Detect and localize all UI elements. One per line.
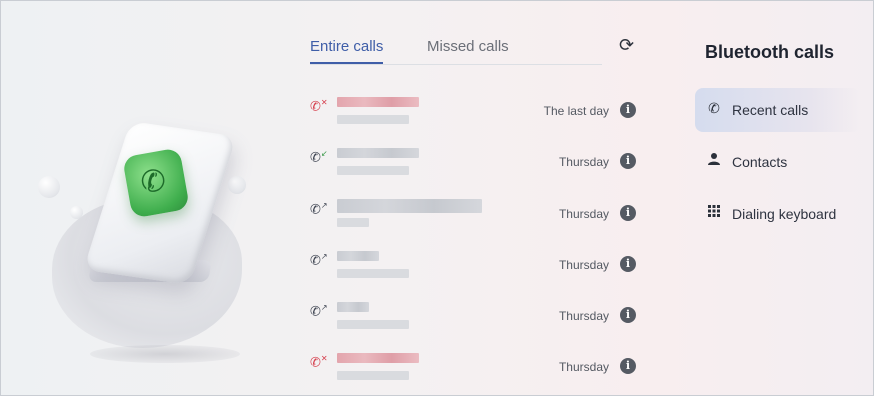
redacted-contact-name: [337, 251, 379, 261]
info-icon[interactable]: i: [620, 153, 636, 169]
redacted-contact-number: [337, 269, 409, 278]
incoming-call-icon: ✆↗: [310, 303, 328, 319]
call-time: Thursday: [558, 360, 609, 374]
incoming-call-icon: ✆↗: [310, 201, 328, 217]
refresh-icon[interactable]: ⟳: [619, 35, 634, 56]
call-filter-tabs: Entire calls Missed calls: [310, 36, 602, 65]
decor-bubble: [228, 176, 246, 194]
call-row[interactable]: ✆↙ Thursday i: [310, 141, 640, 185]
call-time: Thursday: [558, 155, 609, 169]
info-icon[interactable]: i: [620, 102, 636, 118]
phone-illustration: ✆: [30, 100, 270, 380]
panel-title: Bluetooth calls: [705, 42, 835, 62]
info-icon[interactable]: i: [620, 358, 636, 374]
nav-contacts[interactable]: Contacts: [695, 140, 860, 184]
redacted-contact-name: [337, 353, 419, 363]
illustration-shadow: [90, 345, 240, 363]
phone-handset-icon: ✆: [122, 147, 190, 219]
active-tab-indicator: [310, 62, 383, 64]
outgoing-call-icon: ✆↙: [310, 149, 328, 165]
nav-dialing-keyboard[interactable]: Dialing keyboard: [695, 192, 860, 236]
nav-label: Dialing keyboard: [732, 206, 837, 222]
nav-label: Contacts: [732, 154, 788, 170]
call-row[interactable]: ✆↗ Thursday i: [310, 193, 640, 237]
redacted-contact-name: [337, 97, 419, 107]
redacted-contact-name: [337, 199, 482, 213]
call-row[interactable]: ✆↗ Thursday i: [310, 295, 640, 339]
missed-call-icon: ✆✕: [310, 98, 328, 114]
call-time: Thursday: [558, 207, 609, 221]
info-icon[interactable]: i: [620, 256, 636, 272]
redacted-contact-number: [337, 166, 409, 175]
redacted-contact-number: [337, 115, 409, 124]
person-icon: [705, 152, 723, 170]
call-time: The last day: [543, 104, 609, 118]
tab-entire-calls[interactable]: Entire calls: [310, 38, 383, 55]
redacted-contact-number: [337, 371, 409, 380]
call-row[interactable]: ✆✕ Thursday i: [310, 346, 640, 390]
redacted-contact-number: [337, 320, 409, 329]
redacted-contact-name: [337, 148, 419, 158]
call-time: Thursday: [558, 309, 609, 323]
incoming-call-icon: ✆↗: [310, 252, 328, 268]
decor-bubble: [38, 176, 60, 198]
redacted-contact-number: [337, 218, 369, 227]
info-icon[interactable]: i: [620, 307, 636, 323]
info-icon[interactable]: i: [620, 205, 636, 221]
nav-recent-calls[interactable]: ✆ Recent calls: [695, 88, 860, 132]
nav-label: Recent calls: [732, 102, 809, 118]
decor-bubble: [70, 206, 83, 219]
tab-missed-calls[interactable]: Missed calls: [427, 38, 509, 55]
call-row[interactable]: ✆✕ The last day i: [310, 90, 640, 134]
call-time: Thursday: [558, 258, 609, 272]
recent-calls-icon: ✆: [708, 100, 720, 116]
missed-call-icon: ✆✕: [310, 354, 328, 370]
redacted-contact-name: [337, 302, 369, 312]
call-row[interactable]: ✆↗ Thursday i: [310, 244, 640, 288]
keypad-icon: [705, 204, 723, 222]
